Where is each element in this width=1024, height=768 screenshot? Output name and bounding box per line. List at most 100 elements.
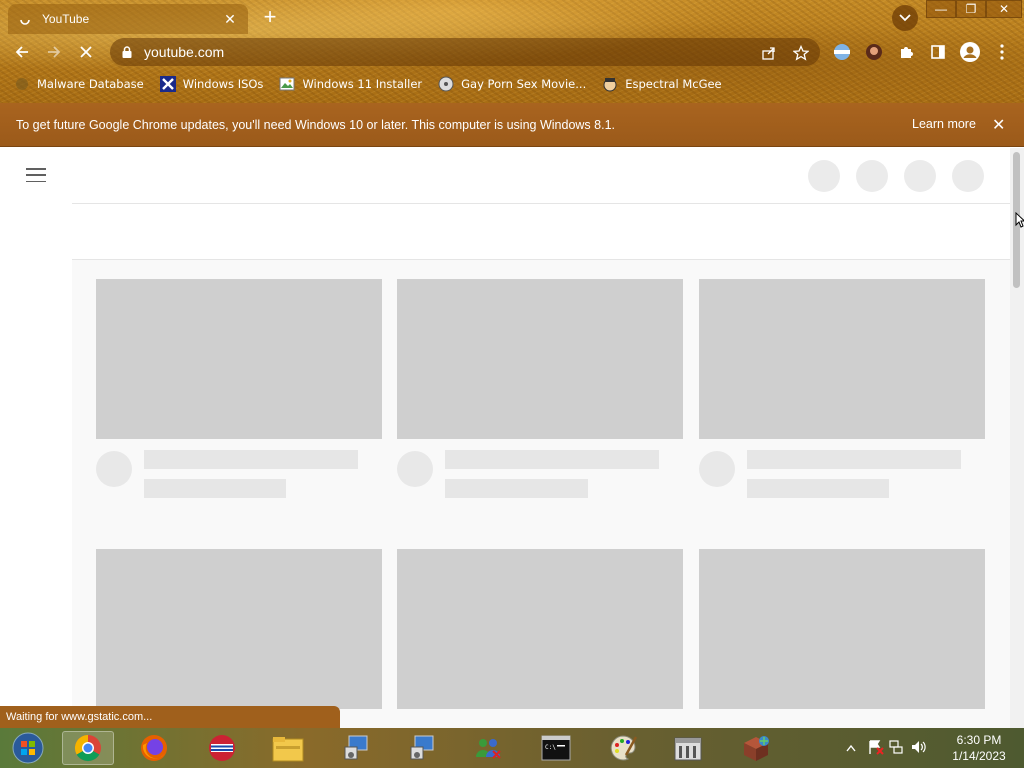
- taskbar-paint[interactable]: [597, 731, 649, 765]
- loading-spinner-icon: [18, 12, 32, 26]
- video-thumbnail-placeholder[interactable]: [96, 279, 382, 439]
- mouse-cursor-icon: [1015, 212, 1024, 228]
- title-placeholder: [747, 450, 961, 469]
- taskbar-minecraft[interactable]: [730, 731, 782, 765]
- masthead-placeholder: [952, 160, 984, 192]
- tab-youtube[interactable]: YouTube ✕: [8, 4, 248, 34]
- taskbar-chrome[interactable]: [62, 731, 114, 765]
- lock-icon: [122, 46, 132, 58]
- bookmark-label: Windows ISOs: [182, 77, 264, 91]
- svg-text:C:\: C:\: [545, 744, 556, 751]
- taskbar-people-network[interactable]: [462, 731, 514, 765]
- minimize-button[interactable]: —: [926, 0, 956, 18]
- menu-kebab-icon[interactable]: [990, 40, 1014, 64]
- restore-button[interactable]: ❐: [956, 0, 986, 18]
- browser-frame: YouTube ✕ + — ❐ ✕ youtube.com Malware Da…: [0, 0, 1024, 103]
- meta-placeholder: [445, 479, 588, 498]
- address-text: youtube.com: [144, 44, 225, 60]
- cabinet-icon: [674, 737, 702, 761]
- bookmark-label: Espectral McGee: [625, 77, 722, 91]
- masthead-placeholder: [904, 160, 936, 192]
- new-tab-button[interactable]: +: [258, 6, 282, 30]
- chevron-down-icon: [899, 14, 911, 22]
- meta-placeholder: [144, 479, 286, 498]
- stop-loading-button[interactable]: [74, 40, 98, 64]
- channel-avatar-placeholder: [699, 451, 735, 487]
- learn-more-link[interactable]: Learn more: [912, 117, 976, 131]
- image-icon: [279, 76, 295, 92]
- loading-status: Waiting for www.gstatic.com...: [0, 706, 340, 728]
- infobar-message: To get future Google Chrome updates, you…: [16, 117, 615, 132]
- bookmark-movie[interactable]: Gay Porn Sex Movie...: [438, 76, 586, 92]
- page-scrollbar[interactable]: [1010, 148, 1024, 728]
- taskbar: C:\ 6:30 PM 1/14/2023: [0, 728, 1024, 768]
- forward-arrow-icon: [48, 46, 61, 58]
- title-placeholder: [144, 450, 358, 469]
- taskbar-cabinet[interactable]: [662, 731, 714, 765]
- update-infobar: To get future Google Chrome updates, you…: [0, 103, 1024, 147]
- x-logo-icon: [159, 76, 176, 92]
- stop-icon: [80, 46, 92, 58]
- video-thumbnail-placeholder[interactable]: [397, 279, 683, 439]
- minecraft-block-icon: [744, 736, 769, 761]
- share-icon[interactable]: [760, 44, 778, 62]
- taskbar-firefox[interactable]: [128, 731, 180, 765]
- firefox-icon: [141, 735, 167, 761]
- clock-time: 6:30 PM: [956, 733, 1002, 747]
- address-bar[interactable]: youtube.com: [110, 38, 820, 66]
- bookmark-windows-isos[interactable]: Windows ISOs: [159, 76, 264, 92]
- close-window-button[interactable]: ✕: [986, 0, 1022, 18]
- bookmark-favicon: [14, 76, 30, 92]
- profile-avatar-icon[interactable]: [958, 40, 982, 64]
- channel-avatar-placeholder: [96, 451, 132, 487]
- status-text: Waiting for www.gstatic.com...: [6, 711, 153, 723]
- tab-close-icon[interactable]: ✕: [222, 11, 238, 28]
- taskbar-clock[interactable]: 6:30 PM 1/14/2023: [944, 732, 1014, 764]
- tab-search-button[interactable]: [892, 5, 918, 31]
- video-thumbnail-placeholder[interactable]: [96, 549, 382, 709]
- forward-button[interactable]: [42, 40, 66, 64]
- taskbar-opera[interactable]: [196, 731, 248, 765]
- opera-icon: [209, 735, 235, 761]
- bookmark-star-icon[interactable]: [792, 44, 810, 62]
- video-thumbnail-placeholder[interactable]: [699, 279, 985, 439]
- taskbar-file-explorer[interactable]: [262, 731, 314, 765]
- meta-placeholder: [747, 479, 889, 498]
- bookmarks-bar: Malware Database Windows ISOs Windows 11…: [0, 72, 1024, 96]
- bookmark-windows-11-installer[interactable]: Windows 11 Installer: [279, 76, 422, 92]
- page-content: [0, 148, 1024, 728]
- masthead: [0, 148, 1010, 203]
- back-button[interactable]: [10, 40, 34, 64]
- side-panel-icon[interactable]: [926, 40, 950, 64]
- tray-overflow-icon[interactable]: [846, 741, 860, 755]
- taskbar-network-setup-2[interactable]: [396, 731, 448, 765]
- cd-icon: [438, 76, 454, 92]
- video-thumbnail-placeholder[interactable]: [699, 549, 985, 709]
- clock-date: 1/14/2023: [952, 749, 1006, 763]
- volume-icon[interactable]: [910, 739, 932, 758]
- bookmark-malware-database[interactable]: Malware Database: [14, 76, 144, 92]
- bookmark-label: Malware Database: [37, 77, 144, 91]
- close-icon[interactable]: ✕: [992, 115, 1005, 135]
- title-placeholder: [445, 450, 659, 469]
- bookmark-espectral-mcgee[interactable]: Espectral McGee: [602, 76, 722, 92]
- taskbar-network-setup[interactable]: [330, 731, 382, 765]
- toolbar: youtube.com: [0, 36, 1024, 68]
- tab-title: YouTube: [42, 12, 90, 26]
- bookmark-label: Windows 11 Installer: [302, 77, 423, 91]
- extensions-puzzle-icon[interactable]: [894, 40, 918, 64]
- taskbar-command-prompt[interactable]: C:\: [530, 731, 582, 765]
- extension-avatar-icon[interactable]: [862, 40, 886, 64]
- extension-flag-icon[interactable]: [830, 40, 854, 64]
- people-network-icon: [476, 739, 501, 759]
- face-icon: [602, 76, 618, 92]
- start-orb-button[interactable]: [2, 731, 54, 765]
- hamburger-menu-icon[interactable]: [26, 168, 46, 182]
- action-center-flag-icon[interactable]: [868, 739, 888, 758]
- masthead-placeholder: [808, 160, 840, 192]
- command-prompt-icon: C:\: [541, 735, 571, 761]
- start-orb-icon: [12, 732, 44, 764]
- network-icon[interactable]: [888, 739, 910, 758]
- chrome-icon: [74, 734, 101, 762]
- video-thumbnail-placeholder[interactable]: [397, 549, 683, 709]
